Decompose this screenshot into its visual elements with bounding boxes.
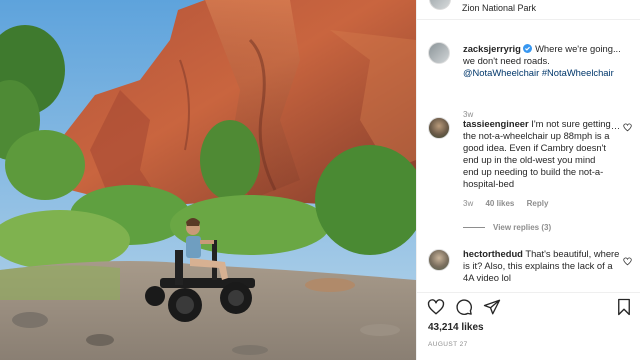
post-photo-illustration bbox=[0, 0, 416, 360]
likes-count[interactable]: 43,214 likes bbox=[428, 322, 484, 333]
more-options-icon[interactable]: ··· bbox=[611, 123, 620, 133]
post-actions-bar bbox=[417, 292, 640, 316]
replies-divider-line bbox=[463, 227, 485, 229]
author-avatar[interactable] bbox=[429, 0, 451, 10]
comment-meta: 3w 40 likes Reply bbox=[463, 199, 558, 208]
post-details-panel: Zion National Park zacksjerryrig Where w… bbox=[416, 0, 640, 360]
caption-hashtags[interactable]: @NotaWheelchair #NotaWheelchair bbox=[463, 67, 614, 78]
reply-button[interactable]: Reply bbox=[527, 199, 549, 208]
view-replies-label: View replies (3) bbox=[493, 223, 552, 232]
heart-icon[interactable] bbox=[427, 298, 445, 316]
comment-age[interactable]: 3w bbox=[463, 199, 473, 208]
bookmark-icon[interactable] bbox=[615, 298, 633, 316]
share-icon[interactable] bbox=[483, 298, 501, 316]
comment-username[interactable]: tassieengineer bbox=[463, 118, 529, 129]
avatar[interactable] bbox=[428, 42, 450, 64]
avatar[interactable] bbox=[428, 117, 450, 139]
caption-username[interactable]: zacksjerryrig bbox=[463, 43, 521, 54]
comment-text-block: hectorthedud That's beautiful, where is … bbox=[463, 248, 621, 284]
comment-likes[interactable]: 40 likes bbox=[485, 199, 514, 208]
comment-text-block: tassieengineer I'm not sure getting the … bbox=[463, 118, 613, 190]
view-replies-button[interactable]: View replies (3) bbox=[463, 223, 551, 232]
comment-username[interactable]: hectorthedud bbox=[463, 248, 523, 259]
comments-list[interactable]: zacksjerryrig Where we're going... we do… bbox=[417, 22, 640, 292]
post-location[interactable]: Zion National Park bbox=[462, 3, 536, 13]
caption-text-block: zacksjerryrig Where we're going... we do… bbox=[463, 43, 621, 79]
post-header: Zion National Park bbox=[417, 0, 640, 20]
post-date: AUGUST 27 bbox=[428, 341, 468, 348]
avatar[interactable] bbox=[428, 249, 450, 271]
verified-badge-icon bbox=[523, 44, 533, 53]
heart-icon[interactable] bbox=[623, 123, 632, 132]
heart-icon[interactable] bbox=[623, 257, 632, 266]
comment-icon[interactable] bbox=[455, 298, 473, 316]
post-photo[interactable] bbox=[0, 0, 416, 360]
